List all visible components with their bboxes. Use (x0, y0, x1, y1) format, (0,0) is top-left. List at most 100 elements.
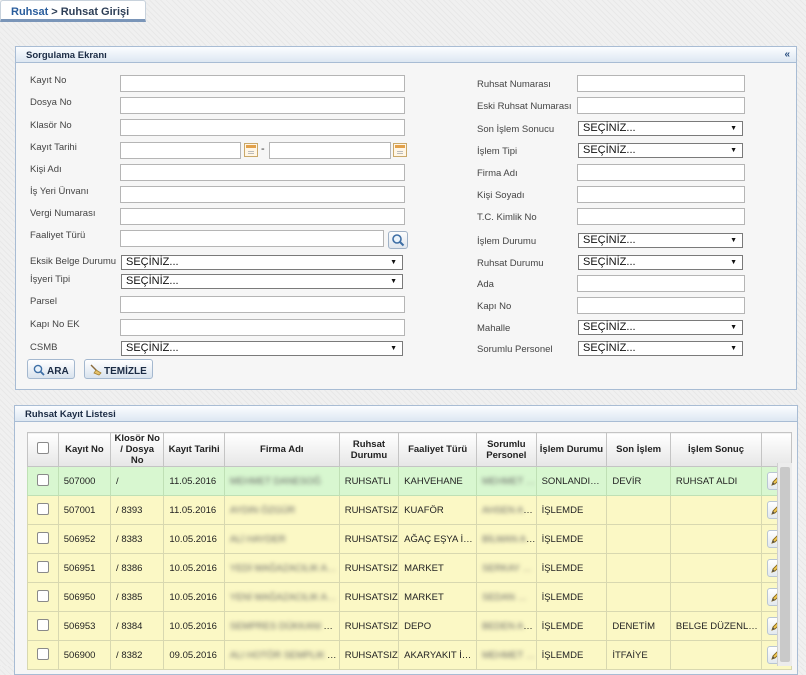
scrollbar-thumb[interactable] (780, 467, 790, 662)
checkbox[interactable] (36, 531, 49, 544)
ada-input[interactable] (577, 275, 745, 292)
table-row[interactable]: 506953 / 8384 10.05.2016 SEMPRES DÜKKANI A…… (27, 611, 792, 641)
klasor-no-input[interactable] (120, 119, 405, 136)
header-faaliyet-turu[interactable]: Faaliyet Türü (398, 432, 478, 467)
ruhsat-numarasi-input[interactable] (577, 75, 745, 92)
cell-islem-sonuc (669, 524, 763, 554)
label-firma-adi: Firma Adı (477, 168, 518, 179)
row-checkbox-cell (27, 582, 59, 612)
row-checkbox-cell (27, 524, 59, 554)
checkbox[interactable] (36, 560, 49, 573)
cell-islem-durumu-text: SONLANDI… (541, 475, 600, 487)
table-row[interactable]: 507000 / 11.05.2016 MEHMET DANESOĞ RUHSATLI K… (27, 466, 792, 496)
cell-klasor-dosya-no: / 8386 (110, 553, 165, 583)
search-button[interactable]: ARA (27, 359, 75, 379)
checkbox[interactable] (36, 502, 49, 515)
cell-kayit-tarihi-text: 09.05.2016 (169, 649, 217, 661)
cell-sorumlu-personel-text: MEHMET … (482, 475, 536, 487)
header-islem-durumu[interactable]: İşlem Durumu (535, 432, 608, 467)
cell-sorumlu-personel-text: MEHMET … (482, 649, 536, 661)
cell-islem-sonuc (669, 553, 763, 583)
header-ruhsat-durumu[interactable]: Ruhsat Durumu (338, 432, 400, 467)
label-ada: Ada (477, 279, 494, 290)
vertical-scrollbar[interactable] (777, 463, 792, 666)
cell-klasor-dosya-no-text: / 8393 (116, 504, 143, 516)
calendar-icon[interactable] (393, 143, 407, 157)
table-row[interactable]: 506950 / 8385 10.05.2016 YENİ MAĞAZACILIK A… (27, 582, 792, 612)
header-select-all[interactable] (27, 432, 59, 467)
cell-kayit-no-text: 507001 (63, 504, 96, 516)
table-row[interactable]: 506952 / 8383 10.05.2016 ALİ HAYDER RUHSATSI… (27, 524, 792, 554)
breadcrumb-root-link[interactable]: Ruhsat (11, 6, 48, 18)
csmb-select[interactable]: SEÇİNİZ... ▼ (121, 341, 403, 356)
islem-durumu-select[interactable]: SEÇİNİZ... ▼ (578, 233, 743, 248)
dosya-no-input[interactable] (120, 97, 405, 114)
collapse-icon[interactable]: « (784, 49, 790, 60)
checkbox[interactable] (36, 618, 49, 631)
cell-ruhsat-durumu: RUHSATSIZ (338, 495, 400, 525)
header-klasor-dosya-no[interactable]: Klosör No / Dosya No (110, 432, 165, 467)
son-islem-sonucu-select[interactable]: SEÇİNİZ... ▼ (578, 121, 743, 136)
cell-faaliyet-turu-text: KAHVEHANE (404, 475, 463, 487)
cell-islem-sonuc (669, 495, 763, 525)
search-icon[interactable] (388, 231, 408, 249)
kisi-soyadi-input[interactable] (577, 186, 745, 203)
cell-islem-sonuc: RUHSAT ALDI (669, 466, 763, 496)
isyeri-tipi-select[interactable]: SEÇİNİZ... ▼ (121, 274, 403, 289)
calendar-icon[interactable] (244, 143, 258, 157)
islem-tipi-select[interactable]: SEÇİNİZ... ▼ (578, 143, 743, 158)
checkbox[interactable] (36, 647, 49, 660)
cell-kayit-no: 506950 (57, 582, 112, 612)
cell-kayit-tarihi-text: 11.05.2016 (169, 504, 217, 516)
header-sorumlu-personel[interactable]: Sorumlu Personel (476, 432, 537, 467)
firma-adi-input[interactable] (577, 164, 745, 181)
mahalle-value: SEÇİNİZ... (583, 321, 636, 333)
label-is-yeri-unvani: İş Yeri Ünvanı (30, 186, 89, 197)
cell-faaliyet-turu-text: AĞAÇ EŞYA İ… (404, 533, 473, 545)
cell-sorumlu-personel: SEDAN … (476, 582, 537, 612)
mahalle-select[interactable]: SEÇİNİZ... ▼ (578, 320, 743, 335)
cell-islem-sonuc (669, 640, 763, 670)
cell-firma-adi: MEHMET DANESOĞ (223, 466, 340, 496)
table-row[interactable]: 507001 / 8393 11.05.2016 AYDIN ÖZGÜR RUHSATS… (27, 495, 792, 525)
vergi-numarasi-input[interactable] (120, 208, 405, 225)
kayit-no-input[interactable] (120, 75, 405, 92)
checkbox[interactable] (36, 442, 49, 454)
cell-ruhsat-durumu-text: RUHSATSIZ (344, 620, 398, 632)
eksik-belge-durumu-select[interactable]: SEÇİNİZ... ▼ (121, 255, 403, 270)
cell-son-islem (606, 553, 671, 583)
checkbox[interactable] (36, 589, 49, 602)
cell-firma-adi: YEDİ MAĞAZACILIK A… (223, 553, 340, 583)
tc-kimlik-no-input[interactable] (577, 208, 745, 225)
checkbox[interactable] (36, 473, 49, 486)
label-vergi-numarasi: Vergi Numarası (30, 208, 96, 219)
eski-ruhsat-numarasi-input[interactable] (577, 97, 745, 114)
label-faaliyet-turu: Faaliyet Türü (30, 230, 86, 241)
kayit-tarihi-end-input[interactable] (269, 142, 391, 159)
cell-ruhsat-durumu-text: RUHSATSIZ (344, 504, 398, 516)
cell-faaliyet-turu-text: MARKET (404, 591, 444, 603)
kayit-tarihi-start-input[interactable] (120, 142, 241, 159)
header-kayit-tarihi[interactable]: Kayıt Tarihi (163, 432, 225, 467)
dropdown-arrow-icon: ▼ (390, 278, 397, 285)
faaliyet-turu-input[interactable] (120, 230, 384, 247)
cell-ruhsat-durumu-text: RUHSATLI (344, 475, 391, 487)
cell-firma-adi-text: AYDIN ÖZGÜR (229, 504, 296, 516)
header-son-islem[interactable]: Son İşlem (606, 432, 671, 467)
ruhsat-durumu-select[interactable]: SEÇİNİZ... ▼ (578, 255, 743, 270)
header-islem-sonuc[interactable]: İşlem Sonuç (669, 432, 763, 467)
kapi-no-ek-input[interactable] (120, 319, 405, 336)
kisi-adi-input[interactable] (120, 164, 405, 181)
table-row[interactable]: 506900 / 8382 09.05.2016 ALI HOTÖR SEMPLIK … (27, 640, 792, 670)
table-row[interactable]: 506951 / 8386 10.05.2016 YEDİ MAĞAZACILIK A… (27, 553, 792, 583)
sorumlu-personel-select[interactable]: SEÇİNİZ... ▼ (578, 341, 743, 356)
header-kayit-no[interactable]: Kayıt No (57, 432, 112, 467)
parsel-input[interactable] (120, 296, 405, 313)
label-eksik-belge-durumu: Eksik Belge Durumu (30, 256, 117, 267)
header-firma-adi[interactable]: Firma Adı (223, 432, 340, 467)
clear-button[interactable]: TEMİZLE (84, 359, 153, 379)
cell-faaliyet-turu: KUAFÖR (398, 495, 478, 525)
cell-kayit-tarihi: 10.05.2016 (163, 553, 225, 583)
is-yeri-unvani-input[interactable] (120, 186, 405, 203)
kapi-no-input[interactable] (577, 297, 745, 314)
